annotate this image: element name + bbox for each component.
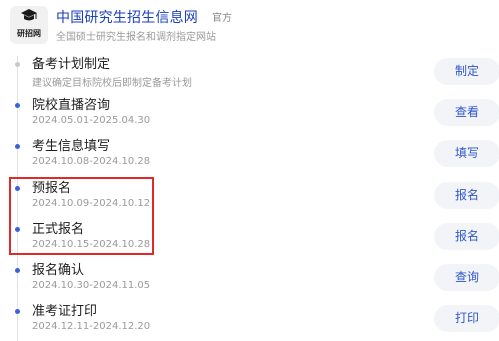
- fill-button[interactable]: 填写: [434, 140, 499, 167]
- timeline-dot: [15, 309, 20, 314]
- timeline-title: 考生信息填写: [32, 139, 111, 154]
- timeline-date: 2024.12.11-2024.12.20: [32, 321, 151, 332]
- timeline-title: 院校直播咨询: [32, 98, 111, 113]
- official-badge: 官方: [212, 13, 232, 24]
- site-name-link[interactable]: 中国研究生招生信息网: [56, 7, 198, 27]
- timeline-dot: [15, 268, 20, 273]
- print-button[interactable]: 打印: [434, 305, 499, 332]
- timeline-title: 报名确认: [32, 263, 85, 278]
- pre-register-button[interactable]: 报名: [434, 182, 499, 209]
- timeline-note: 建议确定目标院校后即制定备考计划: [32, 78, 192, 89]
- view-button[interactable]: 查看: [434, 99, 499, 126]
- timeline-item-live-consult: 院校直播咨询 2024.05.01-2025.04.30: [0, 94, 499, 134]
- timeline-item-plan: 备考计划制定 建议确定目标院校后即制定备考计划: [0, 53, 499, 93]
- timeline-dot: [15, 144, 20, 149]
- timeline-title: 备考计划制定: [32, 57, 111, 72]
- query-button[interactable]: 查询: [434, 264, 499, 291]
- highlight-box: [9, 177, 154, 255]
- site-header: 研招网 中国研究生招生信息网 官方 全国硕士研究生报名和调剂指定网站: [0, 0, 499, 52]
- timeline-date: 2024.05.01-2025.04.30: [32, 115, 151, 126]
- graduation-cap-icon: [21, 9, 37, 21]
- plan-button[interactable]: 制定: [434, 58, 499, 85]
- timeline-dot: [15, 103, 20, 108]
- site-logo[interactable]: 研招网: [10, 6, 48, 44]
- register-button[interactable]: 报名: [434, 223, 499, 250]
- timeline-date: 2024.10.30-2024.11.05: [32, 280, 151, 291]
- logo-text: 研招网: [17, 28, 41, 38]
- timeline-title: 准考证打印: [32, 304, 98, 319]
- timeline-date: 2024.10.08-2024.10.28: [32, 156, 151, 167]
- timeline-item-admission-ticket: 准考证打印 2024.12.11-2024.12.20: [0, 300, 499, 340]
- timeline-item-info-fill: 考生信息填写 2024.10.08-2024.10.28: [0, 135, 499, 175]
- timeline-item-registration-confirm: 报名确认 2024.10.30-2024.11.05: [0, 259, 499, 299]
- timeline-dot: [15, 62, 20, 67]
- site-description: 全国硕士研究生报名和调剂指定网站: [56, 32, 216, 43]
